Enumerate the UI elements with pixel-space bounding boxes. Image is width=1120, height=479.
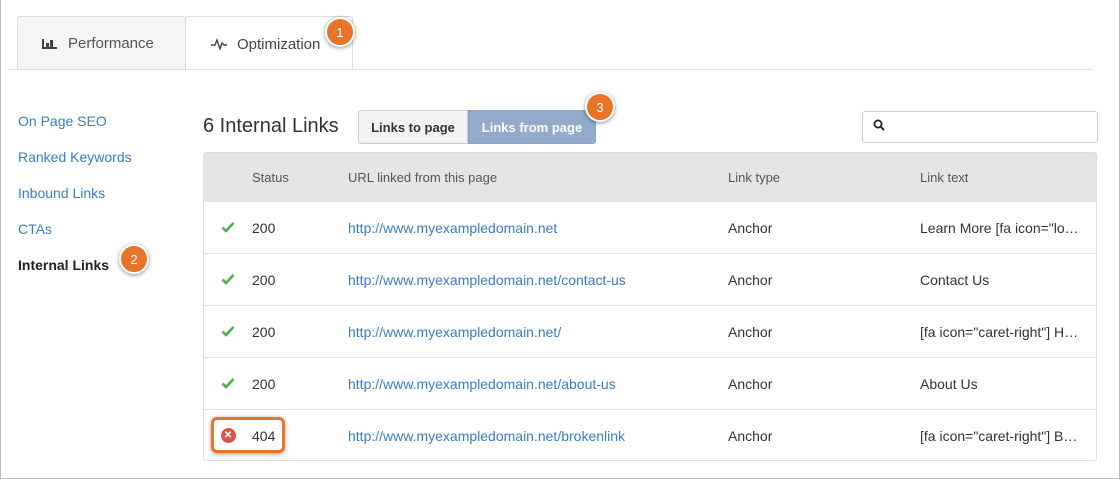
status-code: 200: [252, 220, 276, 236]
page-title: 6 Internal Links: [203, 115, 339, 137]
link-type: Anchor: [728, 220, 773, 236]
tab-performance[interactable]: Performance: [17, 16, 186, 69]
url-link[interactable]: http://www.myexampledomain.net/about-us: [348, 376, 616, 392]
search-input[interactable]: [891, 119, 1097, 135]
links-from-page-button[interactable]: Links from page: [468, 110, 596, 144]
check-icon: [220, 219, 236, 235]
link-type: Anchor: [728, 376, 773, 392]
link-text: [fa icon="caret-right"] H…: [920, 324, 1079, 340]
sidebar-item-inbound-links[interactable]: Inbound Links: [18, 185, 105, 201]
column-header-url[interactable]: URL linked from this page: [348, 170, 497, 185]
table-header: Status URL linked from this page Link ty…: [204, 153, 1096, 201]
url-link[interactable]: http://www.myexampledomain.net/: [348, 324, 561, 340]
bar-chart-icon: [42, 36, 59, 50]
search-box[interactable]: [862, 111, 1098, 143]
link-type: Anchor: [728, 428, 773, 444]
sidebar-item-internal-links[interactable]: Internal Links: [18, 257, 109, 273]
tab-performance-label: Performance: [68, 34, 154, 52]
table-row: 200 http://www.myexampledomain.net/conta…: [204, 253, 1096, 305]
check-icon: [220, 271, 236, 287]
callout-badge-3: 3: [585, 92, 615, 122]
link-text: Learn More [fa icon="lo…: [920, 220, 1079, 236]
links-to-page-button[interactable]: Links to page: [358, 110, 468, 144]
sidebar-item-ranked-keywords[interactable]: Ranked Keywords: [18, 149, 132, 165]
table-row: ✕ 404 http://www.myexampledomain.net/bro…: [204, 409, 1096, 460]
url-link[interactable]: http://www.myexampledomain.net/brokenlin…: [348, 428, 625, 444]
status-code: 200: [252, 376, 276, 392]
status-code: 200: [252, 272, 276, 288]
table-row: 200 http://www.myexampledomain.net Ancho…: [204, 201, 1096, 253]
table-row: 200 http://www.myexampledomain.net/ Anch…: [204, 305, 1096, 357]
internal-links-table: Status URL linked from this page Link ty…: [203, 152, 1097, 461]
search-icon: [873, 118, 885, 136]
column-header-link-text[interactable]: Link text: [920, 170, 968, 185]
check-icon: [220, 375, 236, 391]
link-text: About Us: [920, 376, 978, 392]
tabs-divider: [9, 69, 1093, 70]
link-type: Anchor: [728, 324, 773, 340]
link-type: Anchor: [728, 272, 773, 288]
app-frame: Performance Optimization On Page SEO Ran…: [0, 0, 1120, 479]
broken-link-highlight: [211, 417, 285, 453]
link-text: [fa icon="caret-right"] B…: [920, 428, 1078, 444]
callout-badge-2: 2: [119, 244, 149, 274]
column-header-link-type[interactable]: Link type: [728, 170, 780, 185]
table-row: 200 http://www.myexampledomain.net/about…: [204, 357, 1096, 409]
tab-optimization-label: Optimization: [237, 35, 321, 53]
sidebar-item-on-page-seo[interactable]: On Page SEO: [18, 113, 107, 129]
url-link[interactable]: http://www.myexampledomain.net: [348, 220, 557, 236]
callout-badge-1: 1: [325, 17, 355, 47]
status-code: 200: [252, 324, 276, 340]
column-header-status[interactable]: Status: [252, 170, 289, 185]
sidebar-item-ctas[interactable]: CTAs: [18, 221, 52, 237]
link-text: Contact Us: [920, 272, 990, 288]
url-link[interactable]: http://www.myexampledomain.net/contact-u…: [348, 272, 626, 288]
check-icon: [220, 323, 236, 339]
activity-pulse-icon: [211, 37, 228, 51]
